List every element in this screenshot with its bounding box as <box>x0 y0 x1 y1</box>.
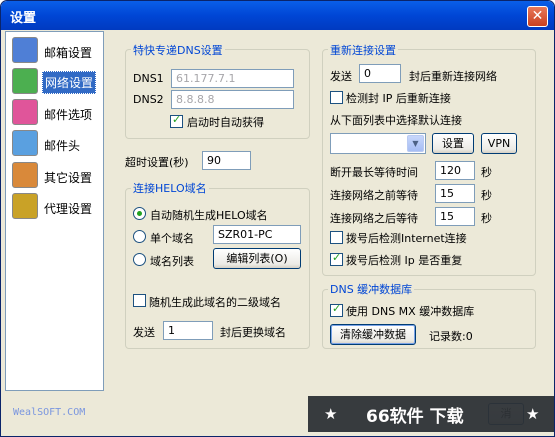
record-count: 记录数:0 <box>429 330 473 343</box>
dial-internet-label: 拨号后检测Internet连接 <box>346 232 467 245</box>
wait-before-input[interactable]: 15 <box>435 184 475 203</box>
helo-single-input[interactable]: SZR01-PC <box>213 225 301 244</box>
timeout-label: 超时设置(秒) <box>125 156 189 169</box>
clear-cache-button[interactable]: 清除缓冲数据 <box>330 324 416 345</box>
chevron-down-icon: ▼ <box>407 135 424 152</box>
sidebar-item-label: 邮件选项 <box>44 108 93 122</box>
watermark-text: 66软件 下载 <box>366 407 464 427</box>
helo-list-radio[interactable] <box>133 253 146 266</box>
wait-before-unit: 秒 <box>481 189 492 202</box>
dns1-input[interactable]: 61.177.7.1 <box>171 69 294 88</box>
window-title: 设置 <box>10 11 37 26</box>
other-settings-icon <box>12 162 38 188</box>
max-wait-label: 断开最长等待时间 <box>330 166 418 179</box>
edit-list-button[interactable]: 编辑列表(O) <box>213 248 301 269</box>
dns-group-title: 特快专递DNS设置 <box>131 42 225 58</box>
sidebar-item-label: 网络设置 <box>42 71 97 94</box>
dns2-label: DNS2 <box>133 93 164 106</box>
helo-single-label: 单个域名 <box>150 232 194 245</box>
sidebar-item-network[interactable]: 网络设置 <box>11 67 101 97</box>
watermark-banner: ★ 66软件 下载 ★ <box>308 396 554 432</box>
detect-ip-checkbox[interactable] <box>330 91 343 104</box>
wait-after-unit: 秒 <box>481 212 492 225</box>
sidebar-item-proxy[interactable]: 代理设置 <box>11 192 101 222</box>
sidebar-item-mailbox[interactable]: 邮箱设置 <box>11 36 101 66</box>
reconnect-send-suffix: 封后重新连接网络 <box>409 70 497 83</box>
sidebar-item-mail-header[interactable]: 邮件头 <box>11 129 101 159</box>
helo-send-label: 发送 <box>133 326 155 339</box>
star-icon: ★ <box>324 405 338 423</box>
sidebar-item-label: 邮件头 <box>44 139 81 153</box>
dial-internet-checkbox[interactable] <box>330 231 343 244</box>
reconnect-send-input[interactable]: 0 <box>359 64 401 83</box>
dns-cache-title: DNS 缓冲数据库 <box>328 281 415 297</box>
close-button[interactable]: ✕ <box>527 6 548 27</box>
max-wait-input[interactable]: 120 <box>435 161 475 180</box>
helo-auto-label: 自动随机生成HELO域名 <box>150 209 268 222</box>
auto-dns-checkbox[interactable] <box>170 113 183 128</box>
network-icon <box>12 68 38 94</box>
dns2-input[interactable]: 8.8.8.8 <box>171 90 294 109</box>
detect-ip-label: 检测封 IP 后重新连接 <box>346 92 451 105</box>
random-subdomain-label: 随机生成此域名的二级域名 <box>149 296 281 309</box>
wait-after-input[interactable]: 15 <box>435 207 475 226</box>
random-subdomain-checkbox[interactable] <box>133 294 146 307</box>
reconnect-send-label: 发送 <box>330 70 352 83</box>
helo-list-label: 域名列表 <box>150 255 194 268</box>
dial-ip-checkbox[interactable] <box>330 251 343 266</box>
helo-send-input[interactable]: 1 <box>163 321 213 340</box>
auto-dns-label: 启动时自动获得 <box>187 116 264 129</box>
star-icon: ★ <box>526 405 540 423</box>
wait-before-label: 连接网络之前等待 <box>330 189 418 202</box>
settings-window: 设置 ✕ 邮箱设置 网络设置 邮件选项 邮件头 其它设置 代理设置 特快专递DN… <box>0 0 555 437</box>
sidebar-item-label: 其它设置 <box>44 171 93 185</box>
helo-single-radio[interactable] <box>133 230 146 243</box>
sidebar-item-other[interactable]: 其它设置 <box>11 161 101 191</box>
default-connection-label: 从下面列表中选择默认连接 <box>330 114 462 127</box>
mailbox-icon <box>12 37 38 63</box>
proxy-icon <box>12 193 38 219</box>
sidebar-item-label: 邮箱设置 <box>44 46 93 60</box>
sidebar: 邮箱设置 网络设置 邮件选项 邮件头 其它设置 代理设置 <box>5 31 104 391</box>
timeout-input[interactable]: 90 <box>202 151 251 170</box>
dns-cache-checkbox[interactable] <box>330 302 343 317</box>
wait-after-label: 连接网络之后等待 <box>330 212 418 225</box>
mail-options-icon <box>12 99 38 125</box>
sidebar-item-mail-options[interactable]: 邮件选项 <box>11 98 101 128</box>
helo-auto-radio[interactable] <box>133 207 146 220</box>
sidebar-item-label: 代理设置 <box>44 202 93 216</box>
helo-send-suffix: 封后更换域名 <box>220 326 286 339</box>
brand-label: WealSOFT.COM <box>13 407 86 418</box>
helo-group-title: 连接HELO域名 <box>131 180 209 196</box>
dial-ip-label: 拨号后检测 Ip 是否重复 <box>346 254 463 267</box>
max-wait-unit: 秒 <box>481 166 492 179</box>
connection-select[interactable]: ▼ <box>330 133 426 154</box>
settings-button[interactable]: 设置 <box>432 133 474 154</box>
dns1-label: DNS1 <box>133 72 164 85</box>
vpn-button[interactable]: VPN <box>481 133 517 154</box>
mail-header-icon <box>12 130 38 156</box>
dns-cache-label: 使用 DNS MX 缓冲数据库 <box>346 305 475 318</box>
reconnect-group-title: 重新连接设置 <box>328 42 398 58</box>
title-bar: 设置 ✕ <box>1 1 554 30</box>
